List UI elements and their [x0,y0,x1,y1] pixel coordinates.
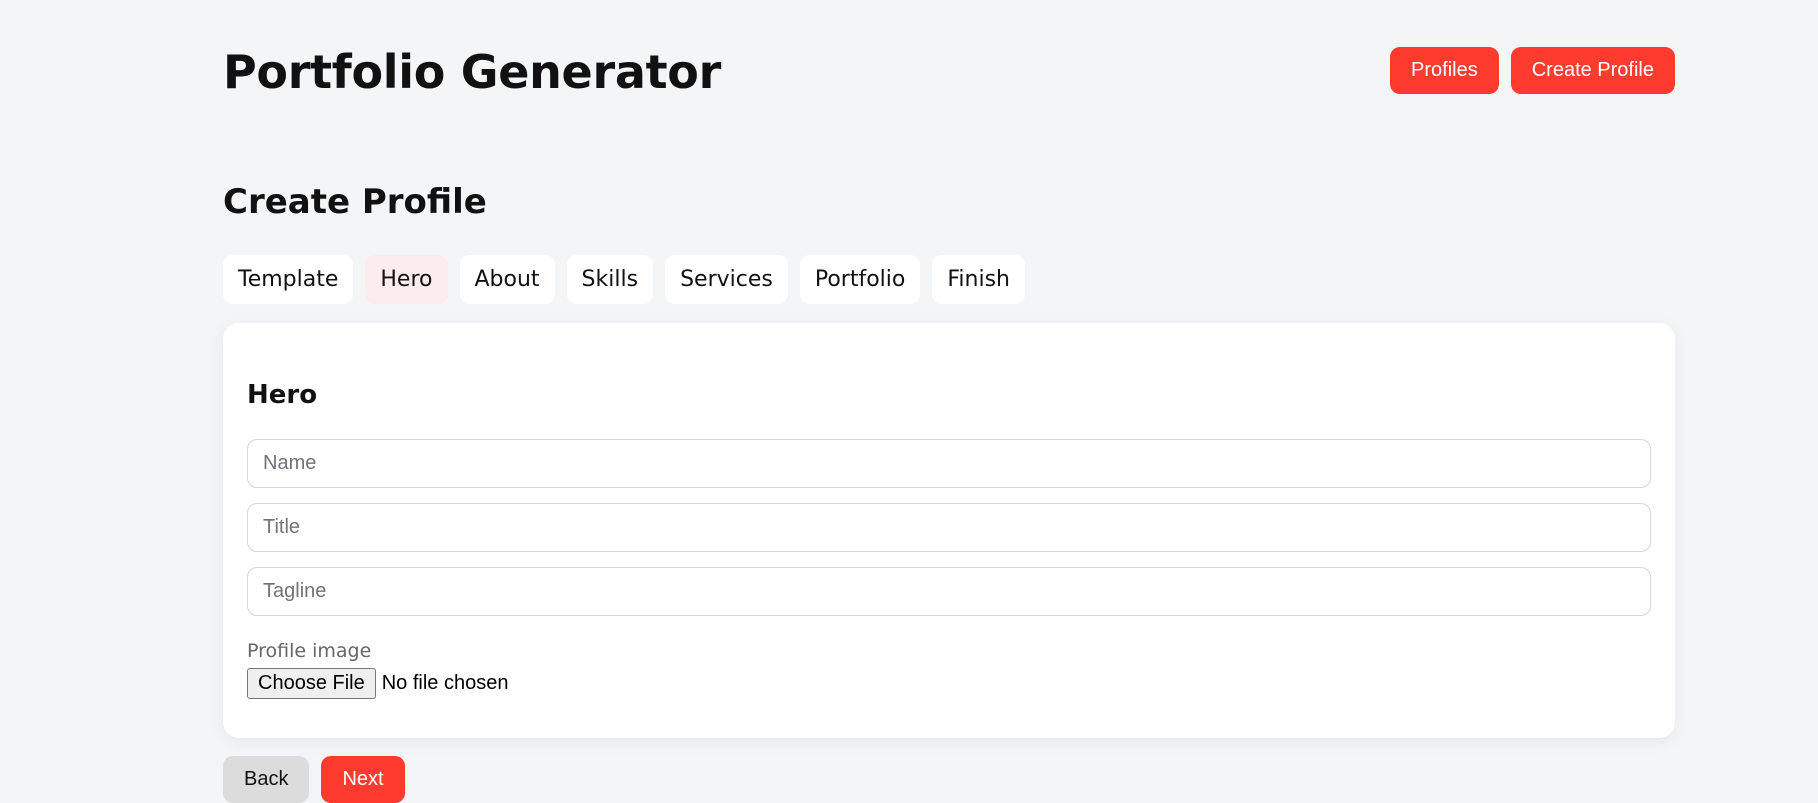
file-status-text: No file chosen [381,672,509,694]
create-profile-button[interactable]: Create Profile [1510,47,1675,94]
tab-skills[interactable]: Skills [566,255,654,304]
tab-portfolio[interactable]: Portfolio [799,255,921,304]
top-header: Portfolio Generator Profiles Create Prof… [223,44,1675,100]
app-title: Portfolio Generator [223,45,721,99]
title-input[interactable] [247,503,1651,552]
step-tabs: Template Hero About Skills Services Port… [223,255,1025,304]
page-title: Create Profile [223,182,487,222]
top-nav: Profiles Create Profile [1390,47,1675,94]
file-picker: Choose File No file chosen [247,668,508,699]
profile-image-label: Profile image [247,640,372,662]
hero-form-card: Hero Profile image Choose File No file c… [223,323,1675,738]
name-input[interactable] [247,439,1651,488]
tagline-input[interactable] [247,567,1651,616]
tab-hero[interactable]: Hero [365,255,448,304]
profiles-button[interactable]: Profiles [1390,47,1499,94]
tab-about[interactable]: About [459,255,555,304]
choose-file-button[interactable]: Choose File [247,668,376,699]
app-container: Portfolio Generator Profiles Create Prof… [223,0,1675,803]
section-title: Hero [247,380,318,410]
tab-finish[interactable]: Finish [932,255,1025,304]
tab-template[interactable]: Template [223,255,354,304]
tab-services[interactable]: Services [665,255,788,304]
